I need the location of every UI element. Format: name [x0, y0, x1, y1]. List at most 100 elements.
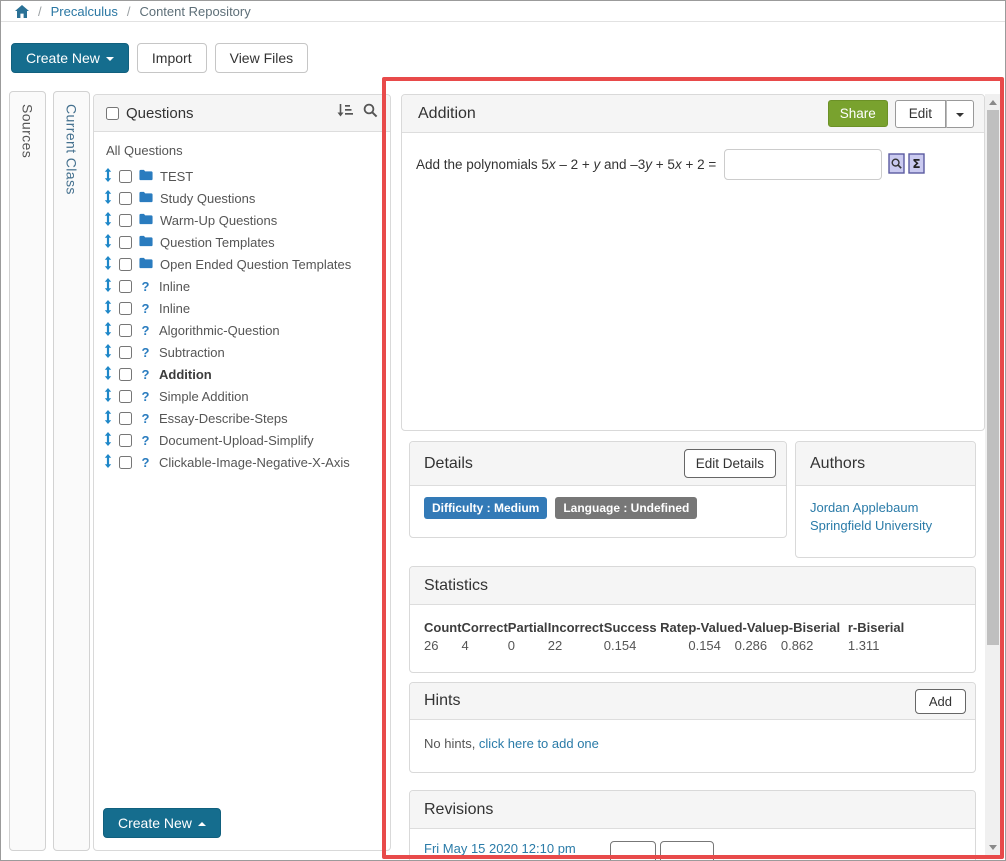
all-questions-link[interactable]: All Questions [106, 143, 380, 158]
tree-item-label[interactable]: Warm-Up Questions [160, 213, 277, 228]
tree-item[interactable]: ? Subtraction [104, 341, 380, 363]
tree-item[interactable]: ? Addition [104, 363, 380, 385]
statistic-label: Partial [508, 620, 548, 635]
tree-item[interactable]: Question Templates [104, 231, 380, 253]
tree-item-label[interactable]: Algorithmic-Question [159, 323, 280, 338]
tree-item-checkbox[interactable] [119, 258, 132, 271]
scroll-down-icon[interactable] [989, 845, 997, 850]
tree-item-checkbox[interactable] [119, 368, 132, 381]
tab-sources[interactable]: Sources [9, 91, 46, 851]
tree-item[interactable]: TEST [104, 165, 380, 187]
move-vertical-icon[interactable] [104, 234, 112, 251]
revision-timestamp-link[interactable]: Fri May 15 2020 12:10 pm [424, 841, 600, 856]
tree-item-checkbox[interactable] [119, 280, 132, 293]
view-files-button[interactable]: View Files [215, 43, 309, 73]
tree-item[interactable]: ? Document-Upload-Simplify [104, 429, 380, 451]
tree-item-label[interactable]: Inline [159, 301, 190, 316]
tree-item-label[interactable]: Addition [159, 367, 212, 382]
create-new-bottom-button[interactable]: Create New [103, 808, 221, 838]
equation-document-icon[interactable]: Σ [908, 153, 925, 177]
search-icon[interactable] [363, 103, 378, 123]
tree-item-label[interactable]: Clickable-Image-Negative-X-Axis [159, 455, 350, 470]
caret-down-icon [956, 113, 964, 117]
select-all-questions-checkbox[interactable] [106, 107, 119, 120]
statistics-table: Count 26 Correct 4 Partial 0 Incorrect 2… [410, 605, 975, 653]
scroll-up-icon[interactable] [989, 100, 997, 105]
tree-item[interactable]: Open Ended Question Templates [104, 253, 380, 275]
move-vertical-icon[interactable] [104, 168, 112, 185]
tab-current-class-label: Current Class [64, 104, 80, 195]
edit-dropdown-button[interactable] [946, 100, 974, 128]
tree-item[interactable]: ? Clickable-Image-Negative-X-Axis [104, 451, 380, 473]
tree-item[interactable]: Study Questions [104, 187, 380, 209]
tree-item[interactable]: ? Inline [104, 275, 380, 297]
tree-item-label[interactable]: Question Templates [160, 235, 275, 250]
move-vertical-icon[interactable] [104, 432, 112, 449]
statistic-value: 0.154 [688, 638, 734, 653]
tree-item-label[interactable]: Study Questions [160, 191, 255, 206]
breadcrumb-course-link[interactable]: Precalculus [51, 4, 118, 19]
sort-amount-icon[interactable] [337, 103, 353, 123]
revision-action-button[interactable] [660, 841, 714, 861]
authors-panel: Authors Jordan ApplebaumSpringfield Univ… [795, 441, 976, 558]
create-new-button[interactable]: Create New [11, 43, 129, 73]
home-icon[interactable] [15, 5, 29, 18]
preview-document-icon[interactable] [888, 153, 905, 177]
move-vertical-icon[interactable] [104, 322, 112, 339]
move-vertical-icon[interactable] [104, 278, 112, 295]
move-vertical-icon[interactable] [104, 344, 112, 361]
detail-badge: Language : Undefined [555, 497, 697, 519]
tree-item-checkbox[interactable] [119, 170, 132, 183]
tree-item[interactable]: Warm-Up Questions [104, 209, 380, 231]
vertical-scrollbar[interactable] [985, 94, 1001, 856]
tree-item-label[interactable]: Subtraction [159, 345, 225, 360]
move-vertical-icon[interactable] [104, 300, 112, 317]
stem-text: x [675, 157, 682, 172]
tree-item[interactable]: ? Essay-Describe-Steps [104, 407, 380, 429]
tree-item-checkbox[interactable] [119, 236, 132, 249]
move-vertical-icon[interactable] [104, 190, 112, 207]
scrollbar-thumb[interactable] [987, 110, 999, 645]
tree-item[interactable]: ? Inline [104, 297, 380, 319]
tree-item-checkbox[interactable] [119, 302, 132, 315]
import-button[interactable]: Import [137, 43, 207, 73]
statistic-label: p-Value [688, 620, 734, 635]
move-vertical-icon[interactable] [104, 256, 112, 273]
tree-item-label[interactable]: Simple Addition [159, 389, 249, 404]
move-vertical-icon[interactable] [104, 388, 112, 405]
edit-details-button[interactable]: Edit Details [684, 449, 776, 478]
tree-item[interactable]: ? Algorithmic-Question [104, 319, 380, 341]
move-vertical-icon[interactable] [104, 366, 112, 383]
move-vertical-icon[interactable] [104, 212, 112, 229]
move-vertical-icon[interactable] [104, 454, 112, 471]
tree-item-checkbox[interactable] [119, 214, 132, 227]
tree-item-checkbox[interactable] [119, 324, 132, 337]
statistic-value: 26 [424, 638, 462, 653]
question-title: Addition [418, 105, 476, 123]
tab-current-class[interactable]: Current Class [53, 91, 90, 851]
answer-input[interactable] [724, 149, 882, 180]
tree-item-checkbox[interactable] [119, 192, 132, 205]
tree-item[interactable]: ? Simple Addition [104, 385, 380, 407]
share-button[interactable]: Share [828, 100, 888, 127]
tree-item-label[interactable]: Essay-Describe-Steps [159, 411, 288, 426]
tree-item-checkbox[interactable] [119, 346, 132, 359]
revision-action-button[interactable] [610, 841, 656, 861]
tree-item-checkbox[interactable] [119, 412, 132, 425]
tree-item-label[interactable]: TEST [160, 169, 193, 184]
author-link[interactable]: Jordan Applebaum [810, 499, 961, 517]
move-vertical-icon[interactable] [104, 410, 112, 427]
add-hint-button[interactable]: Add [915, 689, 966, 714]
tree-item-checkbox[interactable] [119, 390, 132, 403]
statistic-column: d-Value 0.286 [735, 620, 781, 653]
tree-item-checkbox[interactable] [119, 456, 132, 469]
tree-item-label[interactable]: Inline [159, 279, 190, 294]
tree-item-checkbox[interactable] [119, 434, 132, 447]
author-link[interactable]: Springfield University [810, 517, 961, 535]
toolbar: Create New Import View Files [11, 43, 308, 73]
tree-item-label[interactable]: Open Ended Question Templates [160, 257, 351, 272]
add-hint-link[interactable]: click here to add one [479, 736, 599, 751]
stem-text: x [549, 157, 556, 172]
edit-button[interactable]: Edit [895, 100, 946, 128]
tree-item-label[interactable]: Document-Upload-Simplify [159, 433, 314, 448]
